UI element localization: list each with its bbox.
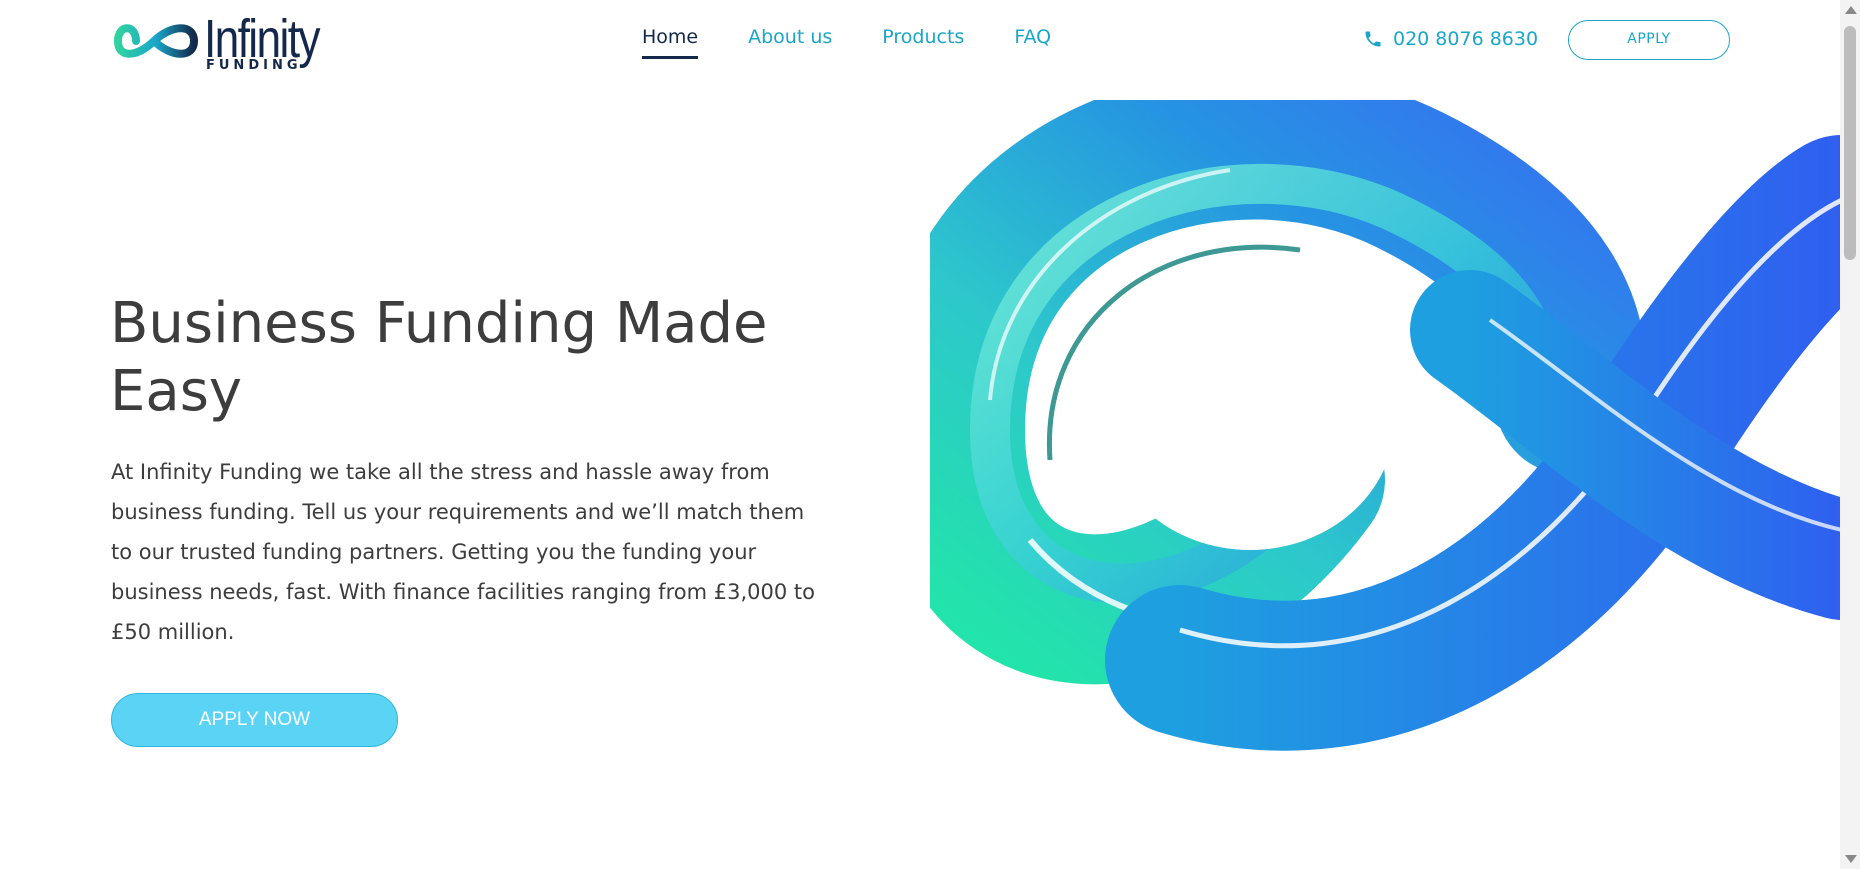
- page: Infinity FUNDING Home About us Products …: [0, 0, 1860, 869]
- hero-title: Business Funding Made Easy: [110, 291, 768, 424]
- site-header: Infinity FUNDING Home About us Products …: [0, 0, 1840, 84]
- infinity-ribbon-graphic: [874, 69, 1860, 751]
- infinity-ribbon-image: [874, 69, 1860, 820]
- vertical-scrollbar[interactable]: [1840, 0, 1860, 869]
- scroll-up-arrow-icon[interactable]: [1845, 6, 1857, 14]
- phone-icon: [1365, 31, 1381, 47]
- nav-about-us[interactable]: About us: [748, 26, 832, 58]
- apply-now-button[interactable]: APPLY NOW: [111, 693, 398, 747]
- apply-button[interactable]: APPLY: [1568, 20, 1730, 60]
- infinity-logo-icon: [114, 24, 199, 58]
- nav-home[interactable]: Home: [642, 26, 699, 59]
- phone-number: 020 8076 8630: [1393, 28, 1539, 50]
- site-logo[interactable]: Infinity FUNDING: [114, 9, 334, 74]
- logo-subtitle: FUNDING: [206, 58, 302, 73]
- main-nav: Home About us Products FAQ: [642, 26, 1101, 59]
- hero-description: At Infinity Funding we take all the stre…: [111, 460, 815, 644]
- nav-products[interactable]: Products: [882, 26, 964, 58]
- scrollbar-thumb[interactable]: [1844, 26, 1856, 260]
- nav-faq[interactable]: FAQ: [1014, 26, 1051, 58]
- phone-link[interactable]: 020 8076 8630: [1363, 28, 1538, 50]
- scroll-down-arrow-icon[interactable]: [1845, 855, 1857, 863]
